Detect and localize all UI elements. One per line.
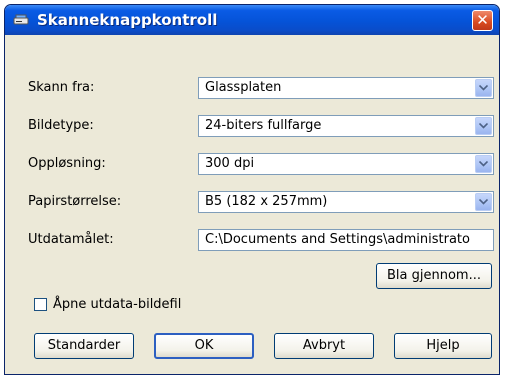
defaults-button[interactable]: Standarder (34, 333, 134, 359)
paper-size-dropdown[interactable]: B5 (182 x 257mm) (198, 191, 494, 213)
paper-size-value: B5 (182 x 257mm) (205, 194, 328, 209)
paper-size-label: Papirstørrelse: (28, 194, 122, 209)
scanner-icon (13, 12, 29, 28)
dialog-body: Skann fra: Glassplaten Bildetype: 24-bit… (8, 35, 496, 371)
open-output-checkbox[interactable] (34, 298, 47, 311)
window-title: Skanneknappkontroll (37, 11, 218, 29)
cancel-button[interactable]: Avbryt (274, 333, 374, 359)
image-type-dropdown[interactable]: 24-biters fullfarge (198, 115, 494, 137)
chevron-down-icon[interactable] (475, 155, 492, 173)
ok-button[interactable]: OK (154, 333, 254, 359)
chevron-down-icon[interactable] (475, 117, 492, 135)
browse-button[interactable]: Bla gjennom... (376, 263, 492, 289)
resolution-dropdown[interactable]: 300 dpi (198, 153, 494, 175)
scan-from-value: Glassplaten (205, 80, 282, 95)
image-type-label: Bildetype: (28, 118, 94, 133)
resolution-value: 300 dpi (205, 156, 255, 171)
resolution-label: Oppløsning: (28, 156, 106, 171)
image-type-value: 24-biters fullfarge (205, 118, 322, 133)
close-button[interactable]: ✕ (472, 10, 493, 31)
close-icon: ✕ (476, 11, 489, 29)
output-target-label: Utdatamålet: (28, 232, 114, 247)
scan-from-dropdown[interactable]: Glassplaten (198, 77, 494, 99)
output-path-field[interactable]: C:\Documents and Settings\administrato (198, 229, 494, 251)
scanner-button-dialog: Skanneknappkontroll ✕ Skann fra: Glasspl… (4, 4, 500, 375)
scan-from-label: Skann fra: (28, 80, 95, 95)
title-bar[interactable]: Skanneknappkontroll ✕ (5, 5, 499, 35)
output-path-value: C:\Documents and Settings\administrato (205, 232, 470, 247)
open-output-checkbox-label[interactable]: Åpne utdata-bildefil (53, 297, 181, 312)
chevron-down-icon[interactable] (475, 79, 492, 97)
chevron-down-icon[interactable] (475, 193, 492, 211)
help-button[interactable]: Hjelp (394, 333, 492, 359)
